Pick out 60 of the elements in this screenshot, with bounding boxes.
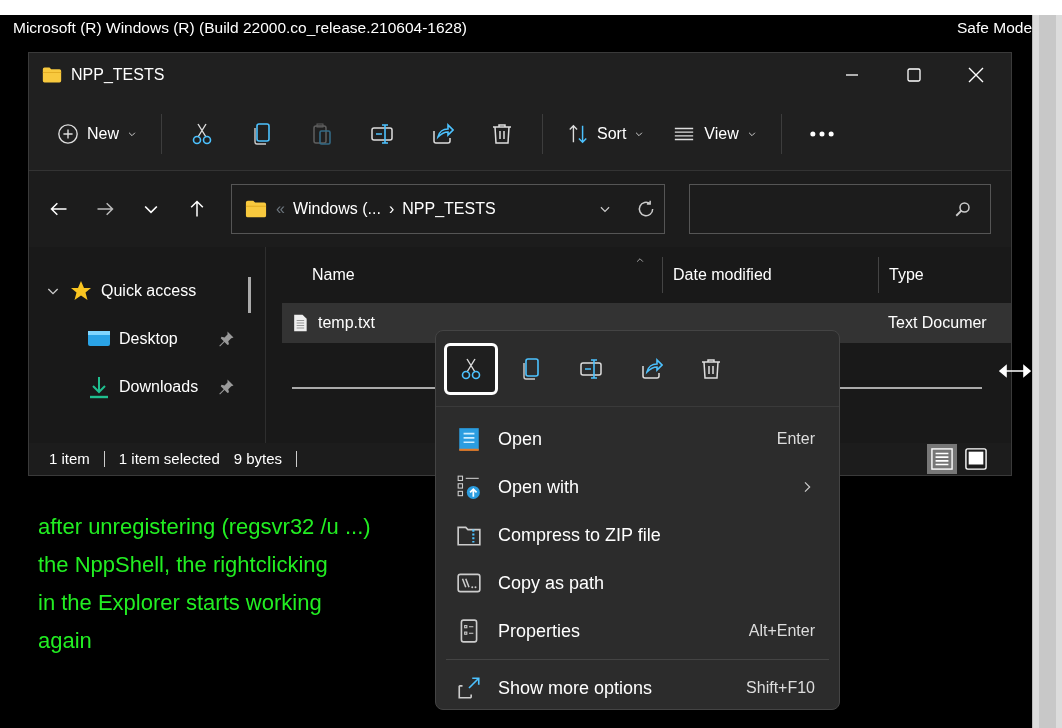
shortcut-text: Enter — [776, 429, 815, 449]
breadcrumb-overflow[interactable]: « — [276, 197, 285, 221]
more-icon — [809, 130, 834, 137]
mode-label: Safe Mode — [957, 18, 1032, 39]
window-title: Microsoft (R) Windows (R) (Build 22000.co_release.210604-1628) — [13, 18, 467, 39]
share-icon — [430, 121, 454, 146]
scrollbar[interactable] — [1032, 15, 1062, 728]
trash-icon — [490, 121, 514, 146]
new-button[interactable]: New — [45, 111, 149, 156]
notepad-icon — [456, 426, 482, 452]
cut-button[interactable] — [444, 342, 498, 395]
close-icon — [968, 67, 984, 83]
menu-item[interactable]: Properties Alt+Enter — [436, 607, 839, 655]
shortcut-text: Shift+F10 — [746, 678, 815, 698]
view-button[interactable]: View — [660, 111, 769, 156]
column-header[interactable]: Date modified — [663, 263, 772, 287]
address-bar[interactable]: « Windows (... › NPP_TESTS — [231, 184, 665, 234]
breadcrumb-separator: › — [388, 199, 395, 219]
open-with-icon — [456, 474, 482, 500]
sidebar-item[interactable]: Desktop — [87, 315, 178, 363]
column-header[interactable]: Name — [282, 263, 355, 287]
sidebar-scrollbar[interactable] — [248, 277, 251, 313]
file-name: temp.txt — [318, 313, 375, 333]
menu-item[interactable]: Compress to ZIP file — [436, 511, 839, 559]
menu-item[interactable]: Show more options Shift+F10 — [436, 664, 839, 712]
resize-cursor-icon — [998, 364, 1032, 378]
window-title: NPP_TESTS — [71, 65, 165, 85]
menu-item[interactable]: Open Enter — [436, 415, 839, 463]
menu-item[interactable]: Open with — [436, 463, 839, 511]
expand-icon — [456, 675, 482, 701]
search-icon — [954, 200, 972, 218]
status-text: 9 bytes — [233, 448, 283, 469]
refresh-icon — [636, 199, 656, 219]
folder-icon — [244, 198, 268, 220]
scissors-icon — [459, 356, 483, 381]
rename-icon — [370, 121, 394, 146]
sidebar-item[interactable]: Quick access — [45, 267, 265, 315]
status-text: 1 item — [49, 448, 90, 469]
breadcrumb[interactable]: Windows (... — [292, 197, 381, 221]
column-header[interactable]: Type — [879, 263, 924, 287]
search-field[interactable] — [689, 184, 991, 234]
rename-icon — [579, 356, 603, 381]
status-text: 1 item selected — [118, 448, 220, 469]
sort-icon — [567, 122, 589, 145]
trash-icon — [699, 356, 723, 381]
breadcrumb[interactable]: NPP_TESTS — [402, 197, 496, 221]
plus-circle-icon — [57, 122, 79, 145]
scissors-icon — [190, 121, 214, 146]
menu-item[interactable]: Copy as path — [436, 559, 839, 607]
maximize-icon — [907, 68, 921, 82]
download-icon — [87, 375, 111, 399]
sidebar-item[interactable]: Downloads — [87, 363, 199, 411]
shortcut-text: Alt+Enter — [748, 621, 815, 641]
folder-icon — [41, 65, 63, 85]
file-type: Text Documer — [887, 313, 987, 333]
sort-button[interactable]: Sort — [555, 111, 657, 156]
note-text: after unregistering (regsvr32 /u ...) the NppShell, the rightclicking in the Explorer starts working again — [38, 513, 371, 655]
share-icon — [639, 356, 663, 381]
clipboard-icon — [310, 121, 334, 146]
details-view-button[interactable] — [927, 444, 957, 474]
